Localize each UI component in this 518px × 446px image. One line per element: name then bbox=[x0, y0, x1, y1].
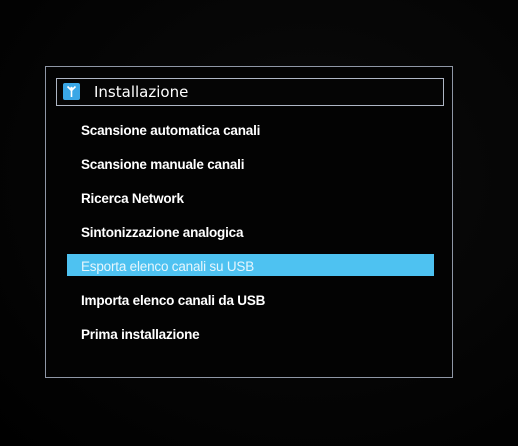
menu-item-automatic-channel-scan[interactable]: Scansione automatica canali bbox=[67, 118, 439, 152]
menu-item-label: Ricerca Network bbox=[81, 191, 184, 206]
menu-item-label: Scansione manuale canali bbox=[81, 157, 245, 172]
tv-screen: Installazione Scansione automatica canal… bbox=[0, 0, 518, 446]
menu-item-label: Prima installazione bbox=[81, 327, 200, 342]
menu-item-label: Importa elenco canali da USB bbox=[81, 293, 266, 308]
menu-item-manual-channel-scan[interactable]: Scansione manuale canali bbox=[67, 152, 439, 186]
menu-item-first-installation[interactable]: Prima installazione bbox=[67, 322, 439, 356]
menu-item-label: Sintonizzazione analogica bbox=[81, 225, 244, 240]
menu-list: Scansione automatica canali Scansione ma… bbox=[67, 118, 439, 356]
menu-item-export-channel-list-usb[interactable]: Esporta elenco canali su USB bbox=[67, 254, 439, 288]
menu-item-label: Scansione automatica canali bbox=[81, 123, 261, 138]
menu-item-analog-fine-tune[interactable]: Sintonizzazione analogica bbox=[67, 220, 439, 254]
menu-title-bar: Installazione bbox=[56, 78, 444, 106]
menu-item-network-search[interactable]: Ricerca Network bbox=[67, 186, 439, 220]
menu-title: Installazione bbox=[94, 83, 189, 101]
installation-menu-panel: Installazione Scansione automatica canal… bbox=[45, 66, 453, 378]
antenna-icon bbox=[63, 83, 80, 100]
menu-item-import-channel-list-usb[interactable]: Importa elenco canali da USB bbox=[67, 288, 439, 322]
menu-item-label: Esporta elenco canali su USB bbox=[81, 259, 254, 274]
